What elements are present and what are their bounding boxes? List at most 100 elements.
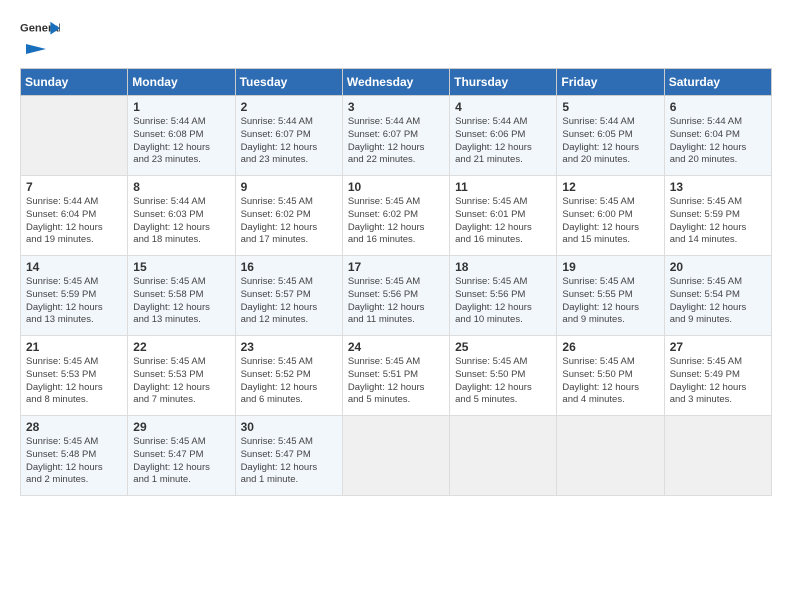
calendar-cell bbox=[450, 416, 557, 496]
calendar-cell bbox=[21, 96, 128, 176]
column-header-monday: Monday bbox=[128, 69, 235, 96]
day-number: 22 bbox=[133, 340, 229, 354]
calendar-header-row: SundayMondayTuesdayWednesdayThursdayFrid… bbox=[21, 69, 772, 96]
calendar-cell: 10Sunrise: 5:45 AM Sunset: 6:02 PM Dayli… bbox=[342, 176, 449, 256]
calendar-cell: 16 Sunrise: 5:45 AM Sunset: 5:57 PM Dayli… bbox=[235, 256, 342, 336]
day-info: Sunrise: 5:45 AM Sunset: 5:53 PM Dayligh… bbox=[133, 356, 229, 407]
calendar-cell: 8Sunrise: 5:44 AM Sunset: 6:03 PM Daylig… bbox=[128, 176, 235, 256]
day-info: Sunrise: 5:45 AM Sunset: 5:49 PM Dayligh… bbox=[670, 356, 766, 407]
calendar-cell: 6 Sunrise: 5:44 AM Sunset: 6:04 PM Daylig… bbox=[664, 96, 771, 176]
day-info: Sunrise: 5:45 AM Sunset: 5:48 PM Dayligh… bbox=[26, 436, 122, 487]
day-info: Sunrise: 5:45 AM Sunset: 5:56 PM Dayligh… bbox=[455, 276, 551, 327]
calendar-cell: 20 Sunrise: 5:45 AM Sunset: 5:54 PM Dayli… bbox=[664, 256, 771, 336]
logo-icon: General bbox=[20, 20, 60, 38]
calendar-cell: 24 Sunrise: 5:45 AM Sunset: 5:51 PM Dayli… bbox=[342, 336, 449, 416]
calendar-cell bbox=[342, 416, 449, 496]
calendar-cell: 25Sunrise: 5:45 AM Sunset: 5:50 PM Dayli… bbox=[450, 336, 557, 416]
calendar-week-3: 14 Sunrise: 5:45 AM Sunset: 5:59 PM Dayli… bbox=[21, 256, 772, 336]
calendar-cell: 4 Sunrise: 5:44 AM Sunset: 6:06 PM Daylig… bbox=[450, 96, 557, 176]
column-header-wednesday: Wednesday bbox=[342, 69, 449, 96]
calendar-cell: 23 Sunrise: 5:45 AM Sunset: 5:52 PM Dayli… bbox=[235, 336, 342, 416]
calendar-cell: 2Sunrise: 5:44 AM Sunset: 6:07 PM Daylig… bbox=[235, 96, 342, 176]
day-number: 18 bbox=[455, 260, 551, 274]
day-number: 6 bbox=[670, 100, 766, 114]
calendar-cell: 27 Sunrise: 5:45 AM Sunset: 5:49 PM Dayli… bbox=[664, 336, 771, 416]
calendar-cell: 22 Sunrise: 5:45 AM Sunset: 5:53 PM Dayli… bbox=[128, 336, 235, 416]
column-header-thursday: Thursday bbox=[450, 69, 557, 96]
calendar-cell: 14 Sunrise: 5:45 AM Sunset: 5:59 PM Dayli… bbox=[21, 256, 128, 336]
day-info: Sunrise: 5:44 AM Sunset: 6:03 PM Dayligh… bbox=[133, 196, 229, 247]
column-header-friday: Friday bbox=[557, 69, 664, 96]
day-number: 28 bbox=[26, 420, 122, 434]
day-info: Sunrise: 5:45 AM Sunset: 5:47 PM Dayligh… bbox=[133, 436, 229, 487]
day-info: Sunrise: 5:44 AM Sunset: 6:08 PM Dayligh… bbox=[133, 116, 229, 167]
day-number: 27 bbox=[670, 340, 766, 354]
day-info: Sunrise: 5:45 AM Sunset: 5:56 PM Dayligh… bbox=[348, 276, 444, 327]
calendar-week-1: 1 Sunrise: 5:44 AM Sunset: 6:08 PM Daylig… bbox=[21, 96, 772, 176]
day-info: Sunrise: 5:45 AM Sunset: 5:55 PM Dayligh… bbox=[562, 276, 658, 327]
day-number: 20 bbox=[670, 260, 766, 274]
calendar-cell: 7Sunrise: 5:44 AM Sunset: 6:04 PM Daylig… bbox=[21, 176, 128, 256]
calendar-cell: 28 Sunrise: 5:45 AM Sunset: 5:48 PM Dayli… bbox=[21, 416, 128, 496]
day-number: 12 bbox=[562, 180, 658, 194]
day-number: 1 bbox=[133, 100, 229, 114]
day-number: 7 bbox=[26, 180, 122, 194]
calendar-cell: 19Sunrise: 5:45 AM Sunset: 5:55 PM Dayli… bbox=[557, 256, 664, 336]
calendar-cell: 5 Sunrise: 5:44 AM Sunset: 6:05 PM Daylig… bbox=[557, 96, 664, 176]
day-info: Sunrise: 5:44 AM Sunset: 6:07 PM Dayligh… bbox=[348, 116, 444, 167]
calendar-cell: 1 Sunrise: 5:44 AM Sunset: 6:08 PM Daylig… bbox=[128, 96, 235, 176]
day-number: 25 bbox=[455, 340, 551, 354]
day-info: Sunrise: 5:44 AM Sunset: 6:04 PM Dayligh… bbox=[670, 116, 766, 167]
day-info: Sunrise: 5:45 AM Sunset: 5:57 PM Dayligh… bbox=[241, 276, 337, 327]
calendar-cell: 12 Sunrise: 5:45 AM Sunset: 6:00 PM Dayli… bbox=[557, 176, 664, 256]
day-info: Sunrise: 5:44 AM Sunset: 6:05 PM Dayligh… bbox=[562, 116, 658, 167]
logo: General bbox=[20, 20, 60, 58]
day-number: 15 bbox=[133, 260, 229, 274]
calendar-cell: 3Sunrise: 5:44 AM Sunset: 6:07 PM Daylig… bbox=[342, 96, 449, 176]
column-header-sunday: Sunday bbox=[21, 69, 128, 96]
calendar-week-5: 28 Sunrise: 5:45 AM Sunset: 5:48 PM Dayli… bbox=[21, 416, 772, 496]
day-info: Sunrise: 5:45 AM Sunset: 5:47 PM Dayligh… bbox=[241, 436, 337, 487]
day-info: Sunrise: 5:45 AM Sunset: 6:02 PM Dayligh… bbox=[241, 196, 337, 247]
day-info: Sunrise: 5:45 AM Sunset: 5:59 PM Dayligh… bbox=[670, 196, 766, 247]
day-number: 24 bbox=[348, 340, 444, 354]
calendar-cell bbox=[664, 416, 771, 496]
day-number: 13 bbox=[670, 180, 766, 194]
calendar-body: 1 Sunrise: 5:44 AM Sunset: 6:08 PM Daylig… bbox=[21, 96, 772, 496]
day-info: Sunrise: 5:45 AM Sunset: 6:00 PM Dayligh… bbox=[562, 196, 658, 247]
day-number: 26 bbox=[562, 340, 658, 354]
day-number: 23 bbox=[241, 340, 337, 354]
day-number: 16 bbox=[241, 260, 337, 274]
day-info: Sunrise: 5:45 AM Sunset: 5:54 PM Dayligh… bbox=[670, 276, 766, 327]
day-info: Sunrise: 5:44 AM Sunset: 6:07 PM Dayligh… bbox=[241, 116, 337, 167]
calendar-cell: 17 Sunrise: 5:45 AM Sunset: 5:56 PM Dayli… bbox=[342, 256, 449, 336]
day-info: Sunrise: 5:45 AM Sunset: 5:50 PM Dayligh… bbox=[562, 356, 658, 407]
calendar-cell: 21 Sunrise: 5:45 AM Sunset: 5:53 PM Dayli… bbox=[21, 336, 128, 416]
page-header: General bbox=[20, 20, 772, 58]
calendar-week-2: 7Sunrise: 5:44 AM Sunset: 6:04 PM Daylig… bbox=[21, 176, 772, 256]
day-number: 30 bbox=[241, 420, 337, 434]
day-info: Sunrise: 5:45 AM Sunset: 5:59 PM Dayligh… bbox=[26, 276, 122, 327]
day-number: 29 bbox=[133, 420, 229, 434]
logo-arrow bbox=[26, 40, 46, 58]
calendar-cell: 15Sunrise: 5:45 AM Sunset: 5:58 PM Dayli… bbox=[128, 256, 235, 336]
day-info: Sunrise: 5:44 AM Sunset: 6:06 PM Dayligh… bbox=[455, 116, 551, 167]
day-info: Sunrise: 5:45 AM Sunset: 5:52 PM Dayligh… bbox=[241, 356, 337, 407]
day-number: 5 bbox=[562, 100, 658, 114]
calendar-cell: 11Sunrise: 5:45 AM Sunset: 6:01 PM Dayli… bbox=[450, 176, 557, 256]
day-number: 9 bbox=[241, 180, 337, 194]
calendar-table: SundayMondayTuesdayWednesdayThursdayFrid… bbox=[20, 68, 772, 496]
day-number: 21 bbox=[26, 340, 122, 354]
calendar-cell bbox=[557, 416, 664, 496]
column-header-tuesday: Tuesday bbox=[235, 69, 342, 96]
calendar-week-4: 21 Sunrise: 5:45 AM Sunset: 5:53 PM Dayli… bbox=[21, 336, 772, 416]
column-header-saturday: Saturday bbox=[664, 69, 771, 96]
day-number: 10 bbox=[348, 180, 444, 194]
day-info: Sunrise: 5:45 AM Sunset: 6:01 PM Dayligh… bbox=[455, 196, 551, 247]
day-number: 17 bbox=[348, 260, 444, 274]
day-info: Sunrise: 5:45 AM Sunset: 5:51 PM Dayligh… bbox=[348, 356, 444, 407]
day-info: Sunrise: 5:45 AM Sunset: 5:53 PM Dayligh… bbox=[26, 356, 122, 407]
calendar-cell: 26 Sunrise: 5:45 AM Sunset: 5:50 PM Dayli… bbox=[557, 336, 664, 416]
day-number: 14 bbox=[26, 260, 122, 274]
day-number: 4 bbox=[455, 100, 551, 114]
